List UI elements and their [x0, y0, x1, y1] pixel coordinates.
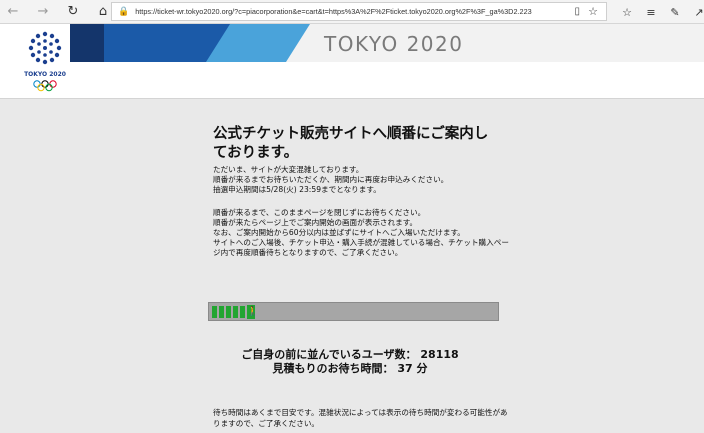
queue-status: ご自身の前に並んでいるユーザ数： 28118 見積もりのお待ち時間： 37 分 [200, 348, 500, 376]
favorites-list-icon[interactable]: ☆ [615, 6, 639, 19]
info-line: 順番が来るまで、このままページを閉じずにお待ちください。 [213, 207, 426, 217]
info-line: 順番が来たらページ上でご案内開始の画面が表示されます。 [213, 217, 418, 227]
reading-view-icon[interactable]: ▯ [574, 6, 580, 17]
favorite-star-icon[interactable]: ☆ [588, 5, 598, 18]
site-header: TOKYO 2020 TOKYO 2020 [0, 24, 704, 99]
walking-person-icon: 🚶 [247, 305, 259, 319]
info-paragraph-1: ただいま、サイトが大変混雑しております。 順番が来るまでお待ちいただくか、期間内… [213, 165, 513, 196]
refresh-icon[interactable]: ↻ [60, 0, 86, 24]
address-bar[interactable]: 🔒 https://ticket-wr.tokyo2020.org/?c=pia… [111, 2, 607, 21]
back-arrow-icon[interactable]: ← [0, 0, 26, 24]
queue-progress-bar: 🚶 [208, 302, 499, 321]
progress-fill [212, 306, 245, 318]
wait-time-note: 待ち時間はあくまで目安です。混雑状況によっては表示の待ち時間が変わる可能性があり… [213, 408, 508, 428]
progress-segment [219, 306, 224, 318]
wait-time-label: 見積もりのお待ち時間： [272, 362, 394, 375]
progress-segment [240, 306, 245, 318]
reading-list-icon[interactable]: ≡ [639, 6, 663, 19]
info-line: ただいま、サイトが大変混雑しております。 [213, 165, 364, 174]
queue-count-value: 28118 [420, 348, 459, 361]
info-line: なお、ご案内開始から60分以内は並ばずにサイトへご入場いただけます。 [213, 228, 465, 238]
progress-segment [212, 306, 217, 318]
pen-icon[interactable]: ✎ [663, 6, 687, 19]
queue-count-label: ご自身の前に並んでいるユーザ数： [241, 348, 417, 361]
info-line: サイトへのご入場後、チケット申込・購入手続が混雑している場合、チケット購入ページ… [213, 238, 509, 258]
browser-toolbar: ← → ↻ ⌂ 🔒 https://ticket-wr.tokyo2020.or… [0, 0, 704, 24]
queue-message: 公式チケット販売サイトへ順番にご案内しております。 ただいま、サイトが大変混雑し… [213, 125, 513, 259]
info-line: 抽選申込期間は5/28(火) 23:59までとなります。 [213, 185, 381, 195]
progress-segment [226, 306, 231, 318]
info-line: 順番が来るまでお待ちいただくか、期間内に再度お申込みください。 [213, 175, 449, 185]
lock-icon: 🔒 [118, 6, 130, 16]
forward-arrow-icon[interactable]: → [30, 0, 56, 24]
tokyo2020-emblem-logo[interactable]: TOKYO 2020 [22, 30, 68, 94]
header-title: TOKYO 2020 [324, 32, 464, 56]
url-text: https://ticket-wr.tokyo2020.org/?c=piaco… [135, 7, 532, 16]
info-paragraph-2: 順番が来るまで、このままページを閉じずにお待ちください。 順番が来たらページ上で… [213, 208, 513, 259]
share-icon[interactable]: ↗ [687, 6, 704, 19]
wait-time-value: 37 分 [397, 362, 428, 375]
progress-segment [233, 306, 238, 318]
logo-wordmark: TOKYO 2020 [24, 71, 66, 78]
page-heading: 公式チケット販売サイトへ順番にご案内しております。 [213, 126, 489, 161]
